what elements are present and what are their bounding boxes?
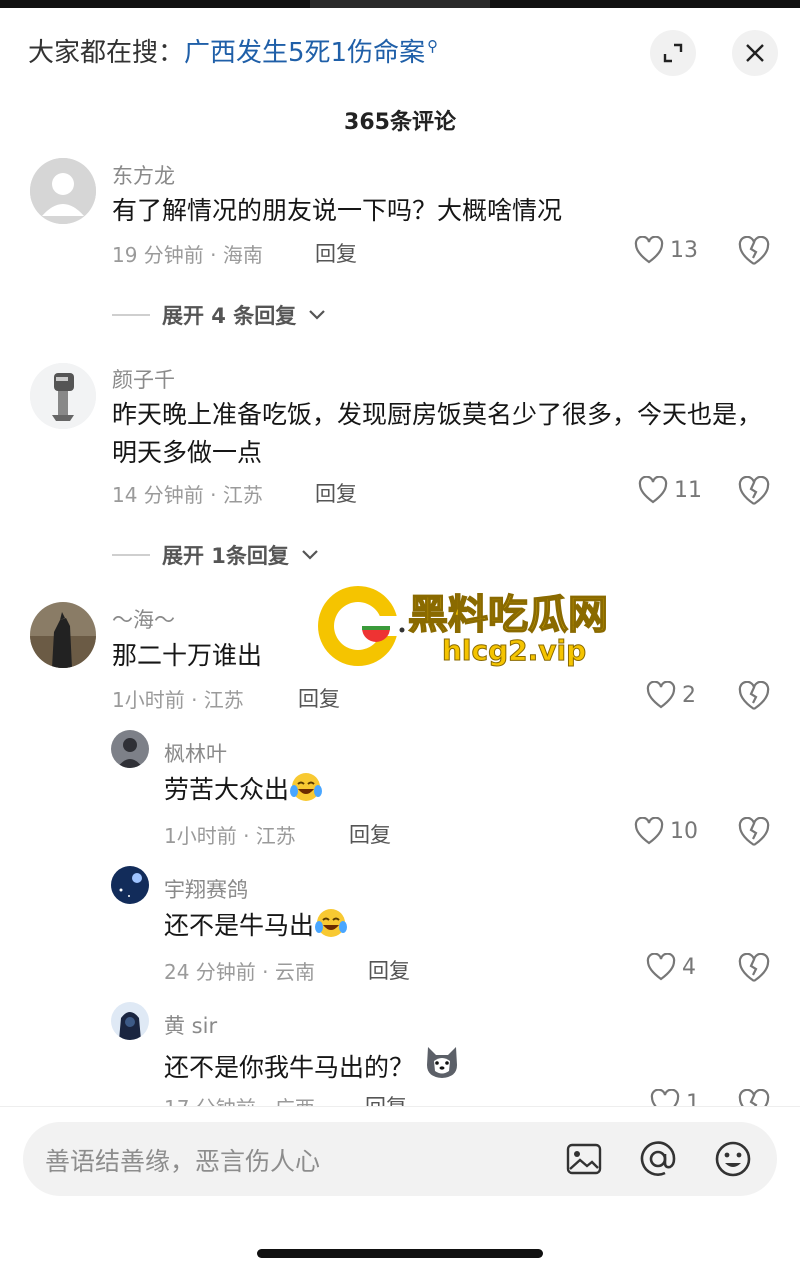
like-button[interactable]: 2 [646,681,696,709]
search-prefix: 大家都在搜： [28,38,185,68]
expand-replies-label: 展开 1条回复 [162,544,289,568]
like-button[interactable]: 4 [646,953,696,981]
close-icon [746,44,764,62]
comment-meta: 1小时前 · 江苏 [112,688,244,712]
like-count: 13 [670,237,698,263]
mention-icon[interactable] [637,1138,679,1180]
broken-heart-icon[interactable] [737,236,771,266]
reply-text-content: 还不是牛马出 [164,911,315,940]
reply-meta: 1小时前 · 江苏 [164,824,296,848]
dog-avatar-icon [30,602,96,668]
laughing-crying-emoji-icon [290,773,323,801]
avatar[interactable] [30,602,96,668]
reply-text-content: 还不是你我牛马出的？ [164,1053,415,1082]
avatar[interactable] [30,363,96,429]
search-query-link[interactable]: 广西发生5死1伤命案 [184,38,425,68]
reply-username[interactable]: 枫林叶 [164,738,227,768]
comment-username[interactable]: 颜子千 [112,364,175,394]
avatar[interactable] [111,730,149,768]
divider [112,554,150,556]
heart-icon [646,681,676,709]
expand-replies-button[interactable]: 展开 4 条回复 [112,300,326,330]
reply-text: 还不是牛马出 [164,907,348,945]
reply-meta: 24 分钟前 · 云南 [164,960,315,984]
reply-text-content: 劳苦大众出 [164,775,290,804]
divider [112,314,150,316]
chevron-down-icon [302,550,318,560]
chevron-down-icon [309,310,326,320]
heart-icon [646,953,676,981]
expand-button[interactable] [650,30,696,76]
search-icon: ⚲ [427,37,439,55]
watermark-url: hlcg2.vip [441,634,587,668]
night-sky-avatar-icon [111,866,149,904]
avatar[interactable] [30,158,96,224]
comment-input[interactable]: 善语结善缘，恶言伤人心 [23,1122,777,1196]
expand-replies-label: 展开 4 条回复 [162,304,297,328]
comment-count-title: 365条评论 [344,110,456,135]
status-bar [0,0,800,8]
avatar[interactable] [111,866,149,904]
broken-heart-icon[interactable] [737,817,771,847]
comment-text: 昨天晚上准备吃饭，发现厨房饭莫名少了很多，今天也是，明天多做一点 [112,400,763,467]
close-button[interactable] [732,30,778,76]
expand-icon [663,43,683,63]
comment-text: 有了解情况的朋友说一下吗？大概啥情况 [112,196,563,225]
like-count: 10 [670,818,698,844]
status-notch [310,0,490,8]
broken-heart-icon[interactable] [737,953,771,983]
comment-username[interactable]: ～海～ [112,604,175,634]
emoji-picker-icon[interactable] [712,1138,754,1180]
reply-button[interactable]: 回复 [349,819,391,849]
reply-button[interactable]: 回复 [315,478,357,508]
comment-meta: 14 分钟前 · 江苏 [112,483,263,507]
person-avatar-icon [111,730,149,768]
reply-text: 劳苦大众出 [164,771,323,809]
comment-username[interactable]: 东方龙 [112,160,175,190]
watermark-title: 黑料吃瓜网 [407,591,609,639]
hooded-figure-avatar-icon [111,1002,149,1040]
watermark: 黑料吃瓜网 hlcg2.vip [310,578,650,678]
reply-button[interactable]: 回复 [315,238,357,268]
broken-heart-icon[interactable] [737,681,771,711]
like-button[interactable]: 11 [638,476,702,504]
like-button[interactable]: 10 [634,817,698,845]
like-count: 4 [682,954,696,980]
search-suggestion[interactable]: 大家都在搜：广西发生5死1伤命案 ⚲ [28,32,438,69]
avatar[interactable] [111,1002,149,1040]
husky-emoji-icon [426,1047,457,1078]
comment-meta: 19 分钟前 · 海南 [112,243,263,267]
heart-icon [634,817,664,845]
comment-input-placeholder: 善语结善缘，恶言伤人心 [45,1147,321,1176]
outboard-motor-avatar-icon [30,363,96,429]
image-icon[interactable] [563,1138,605,1180]
reply-username[interactable]: 黄 sir [164,1010,217,1040]
laughing-crying-emoji-icon [315,909,348,937]
reply-button[interactable]: 回复 [368,955,410,985]
reply-username[interactable]: 宇翔赛鸽 [164,874,248,904]
like-button[interactable]: 13 [634,236,698,264]
home-indicator[interactable] [257,1249,543,1258]
reply-button[interactable]: 回复 [298,683,340,713]
like-count: 2 [682,682,696,708]
reply-text: 还不是你我牛马出的？ [164,1043,462,1087]
heart-icon [634,236,664,264]
expand-replies-button[interactable]: 展开 1条回复 [112,540,319,570]
like-count: 11 [674,477,702,503]
broken-heart-icon[interactable] [737,476,771,506]
default-avatar-icon [30,158,96,224]
heart-icon [638,476,668,504]
